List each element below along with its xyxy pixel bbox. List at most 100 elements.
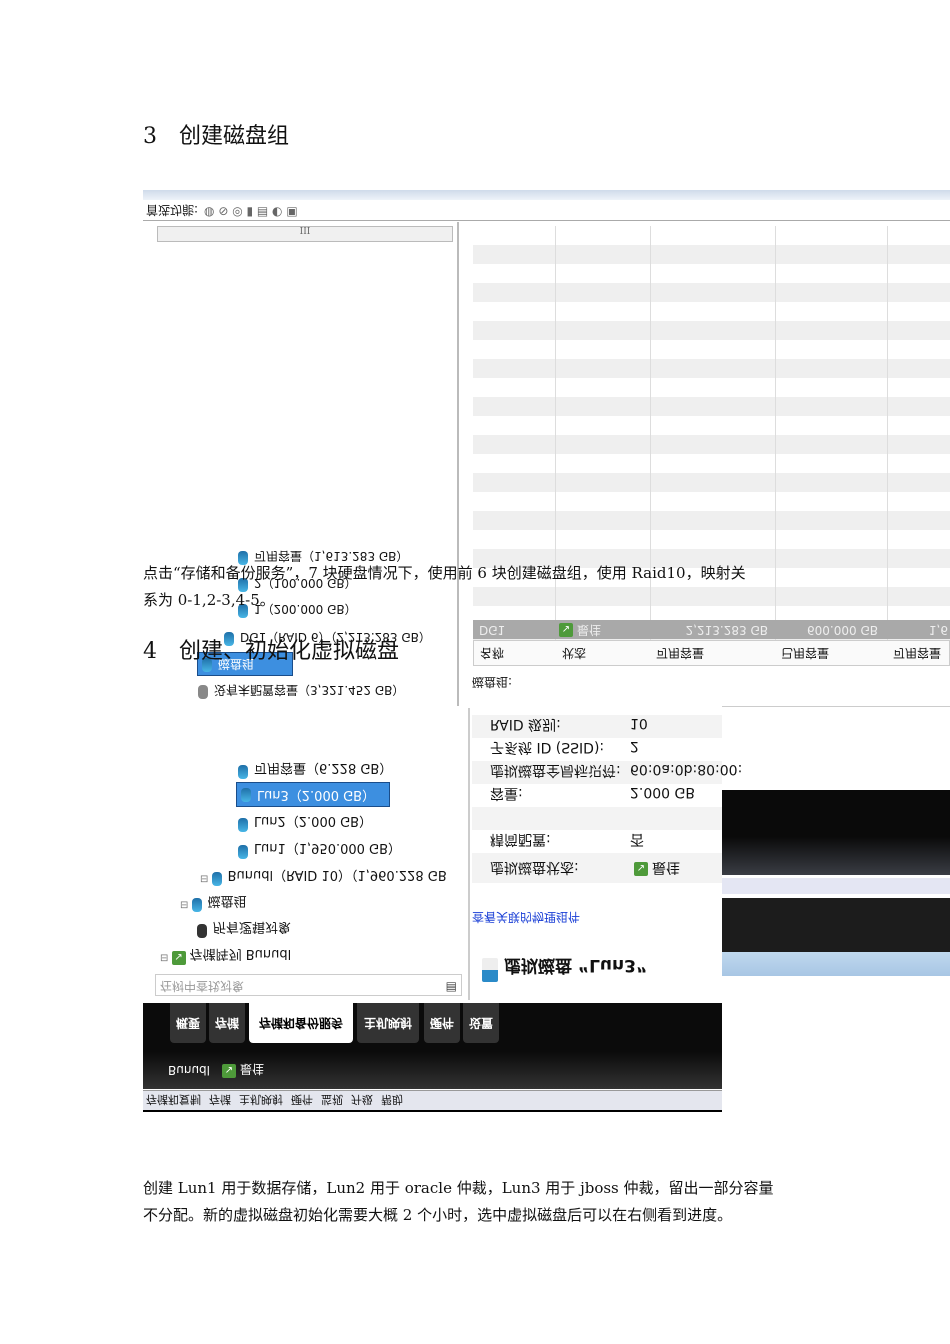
menu-item[interactable]: 帮助 xyxy=(381,1092,403,1108)
optimal-icon: ↗ xyxy=(559,622,573,637)
prop-row: 容量: 2.000 GB xyxy=(472,784,722,807)
tab-label: 主机映射 xyxy=(363,1016,412,1030)
cell-name: DG1 xyxy=(479,623,506,637)
toolbar-label: 首选功能: xyxy=(146,203,199,217)
prop-value: 否 xyxy=(630,831,644,847)
horizontal-scrollbar[interactable]: III xyxy=(157,226,453,242)
tree-item[interactable]: Lun1（1,950.000 GB） xyxy=(238,840,401,859)
tree-label: 磁盘组 xyxy=(207,893,247,908)
free-capacity-icon xyxy=(238,764,248,779)
tree-label: Lun1（1,950.000 GB） xyxy=(254,840,402,855)
tree-item[interactable]: 所有逻辑对象 xyxy=(197,919,291,938)
tab-storage[interactable]: 存储 xyxy=(209,1003,245,1043)
col-header[interactable]: 已用容量 xyxy=(781,641,829,665)
divider xyxy=(143,220,950,221)
section-4-heading: 4 创建、初始化虚拟磁盘 xyxy=(143,633,399,665)
tree-item[interactable]: Lun2（2.000 GB） xyxy=(238,813,372,832)
tree-item-selected-lun3[interactable]: Lun3（2.000 GB） xyxy=(236,782,390,807)
virtual-disk-icon xyxy=(238,844,248,859)
logical-objects-icon xyxy=(197,923,207,938)
section-title: 创建、初始化虚拟磁盘 xyxy=(179,639,400,664)
tree-label: Lun2（2.000 GB） xyxy=(254,813,373,828)
col-line xyxy=(887,226,888,666)
para-line: 不分配。新的虚拟磁盘初始化需要大概 2 个小时，选中虚拟磁盘后可以在右侧看到进度… xyxy=(143,1206,733,1224)
cell-status: ↗ 最佳 xyxy=(559,620,601,639)
paragraph-2: 创建 Lun1 用于数据存储，Lun2 用于 oracle 仲裁，Lun3 用于… xyxy=(143,1177,774,1225)
prop-row-empty xyxy=(472,807,722,830)
view-physical-components-link[interactable]: 查看关联的物理组件 xyxy=(472,909,580,926)
collapse-icon[interactable]: ⊟ xyxy=(180,900,192,911)
prop-row: 虚拟磁盘全局标识符: 60:0a:0b:80:00: xyxy=(472,761,742,784)
collapse-icon[interactable]: ⊟ xyxy=(160,953,172,964)
col-header[interactable]: 名称 xyxy=(480,641,504,665)
tab-label: 硬件 xyxy=(429,1016,454,1030)
caption-text: 磁盘组: xyxy=(472,675,513,689)
prop-row: 虚拟磁盘状态: ↗ 最佳 xyxy=(472,853,722,883)
prop-row: RAID 级别: 10 xyxy=(472,715,722,738)
tree-item[interactable]: 没有未配置容量（3,321.452 GB） xyxy=(198,682,404,699)
prop-key: 精简配置: xyxy=(490,831,551,847)
tree-item[interactable]: 可用容量（6.228 GB） xyxy=(238,760,392,779)
title-text: 虚拟磁盘 “Lun3” xyxy=(504,955,648,975)
search-icon[interactable]: ▤ xyxy=(446,975,457,997)
toolbar-strip xyxy=(143,190,950,200)
tree-item[interactable]: ⊟ Bunudl（RAID 10）（1,960.228 GB xyxy=(200,867,447,886)
search-placeholder: 在树中查找对象 xyxy=(160,979,245,993)
disk-group-icon xyxy=(191,897,202,912)
virtual-disk-icon xyxy=(238,817,248,832)
tree-search-input[interactable]: 在树中查找对象 ▤ xyxy=(155,974,462,996)
virtual-disk-doc-icon xyxy=(482,958,498,982)
dark-band xyxy=(722,898,950,952)
col-header[interactable]: 可用容量 xyxy=(656,641,704,665)
optimal-icon: ↗ xyxy=(634,862,648,876)
menu-item[interactable]: 监视 xyxy=(321,1092,343,1108)
divider xyxy=(143,1110,722,1112)
tab-label: 存储和备份服务 xyxy=(258,1016,343,1030)
link-text: 查看关联的物理组件 xyxy=(472,910,581,924)
light-band xyxy=(722,878,950,894)
prop-value: ↗ 最佳 xyxy=(634,858,680,878)
tree-label: 没有未配置容量（3,321.452 GB） xyxy=(214,683,405,697)
tab-host-mapping[interactable]: 主机映射 xyxy=(357,1003,419,1043)
prop-key: 虚拟磁盘状态: xyxy=(490,859,579,875)
tree-label: 所有逻辑对象 xyxy=(213,919,292,934)
properties-panel: RAID 级别: 10 子系统 ID (SSID): 2 虚拟磁盘全局标识符: 60:… xyxy=(472,715,742,883)
tab-settings[interactable]: 设置 xyxy=(463,1003,499,1043)
collapse-icon[interactable]: ⊟ xyxy=(200,874,212,885)
unconfigured-icon xyxy=(198,684,208,699)
tree-item[interactable]: ⊟ 磁盘组 xyxy=(180,893,247,912)
status-text: 最佳 xyxy=(577,623,602,637)
menu-item[interactable]: 存储 xyxy=(209,1092,231,1108)
array-name: Bunudl xyxy=(168,1063,210,1077)
para-line: 系为 0-1,2-3,4-5。 xyxy=(143,591,275,609)
array-status: Bunudl ↗ 最佳 xyxy=(168,1061,264,1078)
tab-summary[interactable]: 概要 xyxy=(170,1003,206,1043)
col-header[interactable]: 可用容量 xyxy=(893,641,941,665)
prop-key: RAID 级别: xyxy=(490,716,561,732)
dark-band xyxy=(722,790,950,875)
menu-item[interactable]: 升级 xyxy=(351,1092,373,1108)
menu-item[interactable]: 主机映射 xyxy=(239,1092,283,1108)
menu-item[interactable]: 存储和复制 xyxy=(146,1092,201,1108)
tree-item[interactable]: ⊟ ↗ 存储阵列 Bunudl xyxy=(160,946,291,965)
tree-label: Lun3（2.000 GB） xyxy=(257,787,376,802)
splitter[interactable] xyxy=(457,222,459,706)
col-header[interactable]: 状态 xyxy=(562,641,586,665)
optimal-icon: ↗ xyxy=(222,1063,236,1078)
splitter[interactable] xyxy=(468,708,470,1000)
storage-array-icon: ↗ xyxy=(171,950,186,965)
status-text: 最佳 xyxy=(652,859,680,875)
menu-item[interactable]: 硬件 xyxy=(291,1092,313,1108)
cell-free: 2,213.283 GB xyxy=(685,623,768,637)
prop-value: 2 xyxy=(630,738,639,754)
prop-value: 60:0a:0b:80:00: xyxy=(630,761,743,777)
tree-label: 存储阵列 Bunudl xyxy=(189,946,292,961)
cell-used: 600.000 GB xyxy=(807,623,878,637)
tab-storage-backup-services[interactable]: 存储和备份服务 xyxy=(249,1003,353,1043)
paragraph-1: 点击“存储和备份服务”，7 块硬盘情况下，使用前 6 块创建磁盘组，使用 Rai… xyxy=(143,562,746,610)
virtual-disk-icon xyxy=(241,787,251,802)
table-row[interactable]: DG1 ↗ 最佳 2,213.283 GB 600.000 GB 1,6 xyxy=(473,620,950,639)
tab-hardware[interactable]: 硬件 xyxy=(424,1003,460,1043)
blue-band xyxy=(722,952,950,976)
toolbar-icons[interactable]: ◍ ⊘ ◎ ▮ ▤ ◐ ▣ xyxy=(204,204,298,218)
